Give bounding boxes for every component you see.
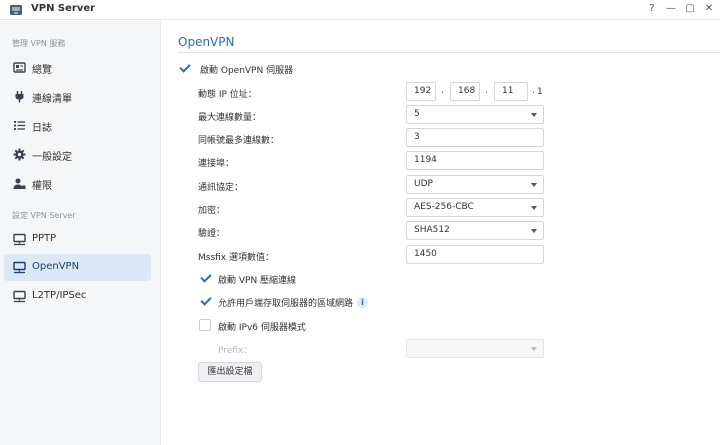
enable-openvpn-checkbox[interactable] (179, 62, 191, 74)
sidebar-item-label: 一般設定 (32, 152, 72, 163)
sidebar-item-l2tp[interactable]: L2TP/IPSec (4, 283, 151, 310)
sidebar-item-label: 連線清單 (32, 94, 72, 105)
chevron-down-icon (531, 229, 537, 233)
network-icon (13, 261, 26, 274)
list-icon (14, 121, 25, 130)
chevron-down-icon (531, 206, 537, 210)
sidebar-item-label: 總覽 (32, 65, 52, 76)
close-icon[interactable]: ✕ (702, 2, 716, 16)
page-title: OpenVPN (178, 35, 235, 49)
plug-icon (15, 91, 24, 103)
enable-compression-label: 啟動 VPN 壓縮連線 (218, 276, 297, 286)
chevron-down-icon (531, 113, 537, 117)
sidebar-section-manage: 管理 VPN 服務 (12, 39, 66, 48)
prefix-select[interactable] (406, 339, 544, 358)
mssfix-label: Mssfix 選項數值： (198, 253, 274, 263)
chevron-down-icon (531, 183, 537, 187)
title-bar: VPN Server ? — ▢ ✕ (0, 0, 720, 20)
enable-ipv6-label: 啟動 IPv6 伺服器模式 (218, 323, 306, 333)
minimize-icon[interactable]: — (664, 2, 678, 16)
ip-dot: . (485, 86, 488, 96)
sidebar-item-logs[interactable]: 日誌 (4, 112, 151, 139)
encryption-label: 加密： (198, 206, 226, 216)
mssfix-value: 1450 (414, 249, 437, 259)
max-per-account-input[interactable]: 3 (406, 128, 544, 147)
gear-icon (13, 148, 26, 161)
prefix-label: Prefix： (218, 346, 253, 356)
ip-octet-3-input[interactable]: 11 (494, 82, 528, 101)
max-connections-label: 最大連線數量： (198, 113, 262, 123)
info-icon[interactable]: i (357, 297, 368, 308)
ip-dot: . (532, 86, 535, 96)
max-per-account-label: 同帳號最多連線數： (198, 136, 280, 146)
authentication-label: 驗證： (198, 229, 226, 239)
sidebar-item-openvpn[interactable]: OpenVPN (4, 254, 151, 281)
ip-octet-2-input[interactable]: 168 (450, 82, 480, 101)
chevron-down-icon (531, 347, 537, 351)
sidebar-item-label: OpenVPN (32, 261, 80, 272)
port-value: 1194 (414, 155, 437, 165)
sidebar-item-pptp[interactable]: PPTP (4, 226, 151, 253)
user-key-icon (13, 178, 26, 189)
authentication-select[interactable]: SHA512 (406, 221, 544, 240)
enable-compression-checkbox[interactable] (200, 272, 212, 284)
sidebar-item-label: PPTP (32, 233, 57, 244)
sidebar-item-connections[interactable]: 連線清單 (4, 83, 151, 110)
authentication-value: SHA512 (414, 225, 450, 235)
dynamic-ip-label: 動態 IP 位址： (198, 90, 257, 100)
encryption-select[interactable]: AES-256-CBC (406, 198, 544, 217)
sidebar-item-label: 權限 (32, 181, 52, 192)
sidebar-item-overview[interactable]: 總覽 (4, 54, 151, 81)
maximize-icon[interactable]: ▢ (683, 2, 697, 16)
sidebar-item-general-settings[interactable]: 一般設定 (4, 141, 151, 168)
max-connections-select[interactable]: 5 (406, 105, 544, 124)
protocol-select[interactable]: UDP (406, 175, 544, 194)
allow-lan-access-label: 允許用戶端存取伺服器的區域網路 (218, 299, 354, 309)
port-input[interactable]: 1194 (406, 151, 544, 170)
enable-openvpn-label: 啟動 OpenVPN 伺服器 (200, 66, 294, 76)
title-divider (178, 52, 720, 53)
protocol-label: 通訊協定： (198, 183, 244, 193)
sidebar-item-label: 日誌 (32, 123, 52, 134)
allow-lan-access-checkbox[interactable] (200, 295, 212, 307)
max-connections-value: 5 (414, 109, 420, 119)
ip-dot: . (441, 86, 444, 96)
sidebar-item-label: L2TP/IPSec (32, 290, 87, 301)
sidebar-item-privileges[interactable]: 權限 (4, 170, 151, 197)
window-title: VPN Server (31, 3, 96, 14)
network-icon (13, 290, 26, 303)
overview-icon (13, 62, 26, 73)
ip-octet-1-input[interactable]: 192 (406, 82, 436, 101)
sidebar: 管理 VPN 服務 總覽 連線清單 日誌 一般設定 權限 設定 VPN Serv… (0, 21, 161, 445)
enable-ipv6-checkbox[interactable] (199, 319, 211, 331)
main-panel: OpenVPN 啟動 OpenVPN 伺服器 動態 IP 位址： 192 . 1… (162, 21, 720, 445)
port-label: 連接埠： (198, 159, 235, 169)
encryption-value: AES-256-CBC (414, 202, 474, 212)
network-icon (13, 233, 26, 246)
help-icon[interactable]: ? (645, 2, 659, 16)
ip-octet-4-input[interactable]: 1 (537, 87, 543, 97)
export-config-button[interactable]: 匯出設定檔 (198, 362, 262, 382)
protocol-value: UDP (414, 179, 433, 189)
sidebar-section-configure: 設定 VPN Server (12, 211, 76, 220)
app-vpn-icon (10, 5, 22, 15)
mssfix-input[interactable]: 1450 (406, 245, 544, 264)
max-per-account-value: 3 (414, 132, 420, 142)
